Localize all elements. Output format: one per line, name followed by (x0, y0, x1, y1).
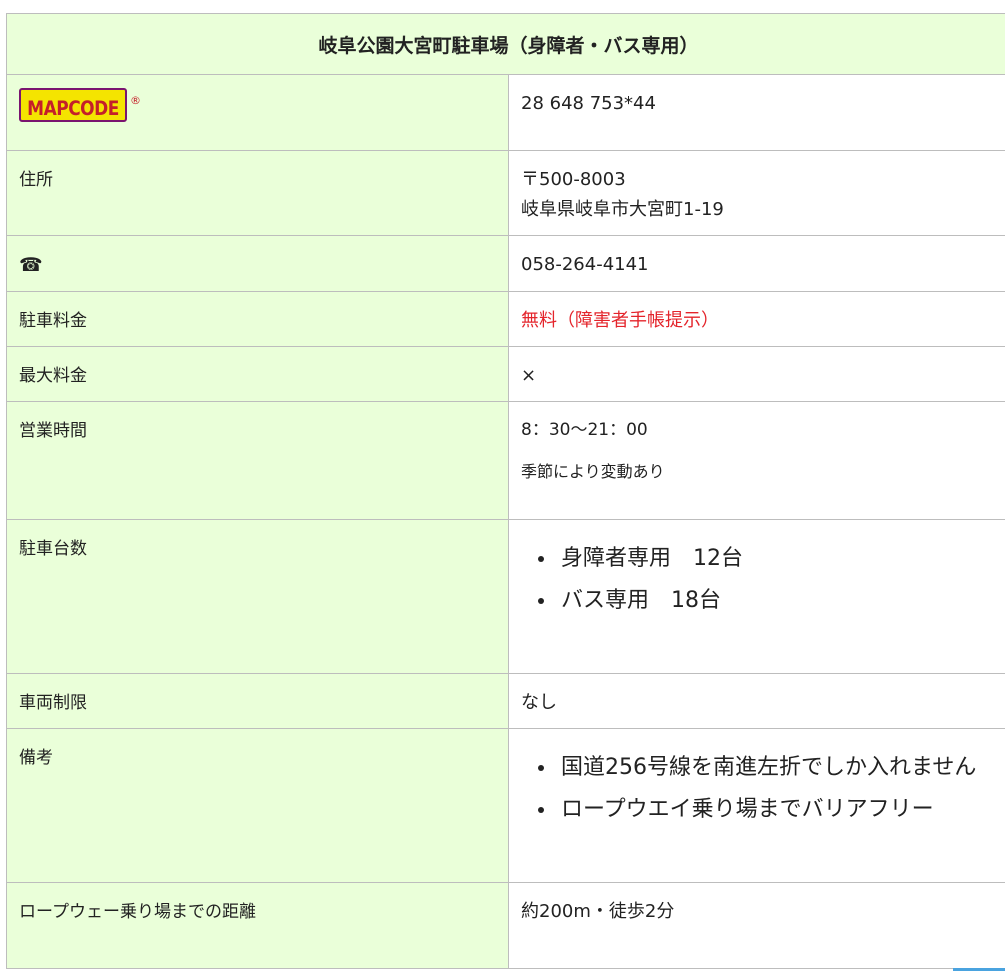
spaces-cell: 身障者専用 12台 バス専用 18台 (508, 519, 1005, 674)
notes-label: 備考 (6, 728, 509, 883)
address-line: 岐阜県岐阜市大宮町1-19 (521, 199, 724, 220)
postal-code: 〒500-8003 (521, 169, 626, 190)
mapcode-logo: MAPCODE ® (19, 88, 141, 122)
notes-cell: 国道256号線を南進左折でしか入れません ロープウエイ乗り場までバリアフリー (508, 728, 1005, 883)
ropeway-distance-label: ロープウェー乗り場までの距離 (6, 882, 509, 969)
parking-info-table: 岐阜公園大宮町駐車場（身障者・バス専用） MAPCODE ® 28 648 75… (6, 13, 1005, 969)
list-item: 身障者専用 12台 (557, 538, 998, 580)
scroll-indicator (953, 968, 1005, 971)
phone-value: 058-264-4141 (508, 235, 1005, 292)
mapcode-label-cell: MAPCODE ® (6, 74, 509, 151)
notes-list: 国道256号線を南進左折でしか入れません ロープウエイ乗り場までバリアフリー (521, 737, 998, 831)
max-fee-value: × (508, 346, 1005, 402)
list-item: 国道256号線を南進左折でしか入れません (557, 747, 998, 789)
ropeway-distance-value: 約200m・徒歩2分 (508, 882, 1005, 969)
vehicle-limit-label: 車両制限 (6, 673, 509, 729)
vehicle-limit-value: なし (508, 673, 1005, 729)
hours-cell: 8：30〜21：00 季節により変動あり (508, 401, 1005, 520)
mapcode-value: 28 648 753*44 (508, 74, 1005, 151)
hours-label: 営業時間 (6, 401, 509, 520)
spaces-list: 身障者専用 12台 バス専用 18台 (521, 528, 998, 622)
fee-value: 無料（障害者手帳提示） (508, 291, 1005, 347)
hours-note: 季節により変動あり (521, 462, 665, 481)
spaces-label: 駐車台数 (6, 519, 509, 674)
list-item: バス専用 18台 (557, 580, 998, 622)
address-label: 住所 (6, 150, 509, 236)
max-fee-label: 最大料金 (6, 346, 509, 402)
table-title: 岐阜公園大宮町駐車場（身障者・バス専用） (6, 13, 1005, 75)
telephone-icon: ☎ (19, 254, 43, 276)
hours-value: 8：30〜21：00 (521, 420, 648, 440)
address-value: 〒500-8003 岐阜県岐阜市大宮町1-19 (508, 150, 1005, 236)
list-item: ロープウエイ乗り場までバリアフリー (557, 789, 998, 831)
phone-label-cell: ☎ (6, 235, 509, 292)
fee-label: 駐車料金 (6, 291, 509, 347)
